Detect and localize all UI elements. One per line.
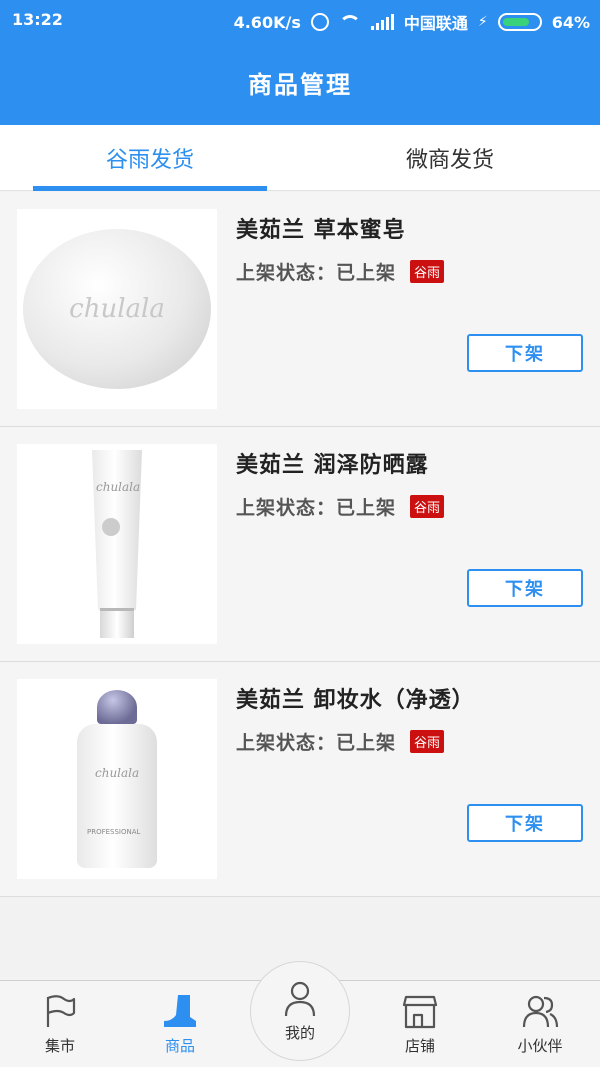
nav-market[interactable]: 集市 (0, 981, 120, 1067)
bottle-cap (97, 690, 137, 724)
source-badge: 谷雨 (410, 495, 445, 518)
tab-weishang-shipping[interactable]: 微商发货 (300, 125, 600, 191)
source-badge: 谷雨 (410, 260, 445, 283)
tab-active-indicator (33, 186, 267, 191)
battery-percent: 64% (551, 12, 590, 32)
soap-image: chulala (23, 229, 211, 389)
product-name: 美茹兰 卸妆水（净透） (236, 688, 475, 713)
source-badge: 谷雨 (410, 730, 445, 753)
nav-store[interactable]: 店铺 (360, 981, 480, 1067)
product-name: 美茹兰 润泽防晒露 (236, 453, 429, 478)
nav-products[interactable]: 商品 (120, 981, 240, 1067)
product-status-row: 上架状态：已上架 谷雨 (236, 728, 445, 755)
bottle-body (77, 724, 157, 868)
tab-guyu-shipping[interactable]: 谷雨发货 (0, 125, 300, 191)
nav-label: 集市 (44, 1037, 75, 1055)
app-header: 商品管理 (0, 40, 600, 125)
store-icon (402, 995, 438, 1029)
product-name: 美茹兰 草本蜜皂 (236, 218, 406, 243)
network-speed: 4.60K/s (233, 12, 301, 32)
bottle-label-text: PROFESSIONAL (87, 828, 141, 836)
product-status: 上架状态：已上架 (236, 497, 397, 519)
status-right: 4.60K/s 中国联通 ⚡ 64% (234, 10, 590, 34)
product-status: 上架状态：已上架 (236, 732, 397, 754)
product-image-text: chulala (96, 480, 141, 494)
nav-label: 商品 (164, 1037, 195, 1055)
nav-label: 我的 (284, 1023, 315, 1042)
signal-icon (370, 14, 394, 30)
tube-cap (100, 608, 134, 638)
take-down-button[interactable]: 下架 (467, 804, 583, 842)
product-image-text: chulala (69, 294, 165, 324)
take-down-button[interactable]: 下架 (467, 569, 583, 607)
nav-mine[interactable]: 我的 (250, 961, 350, 1061)
product-image: chulala (17, 444, 217, 644)
charging-icon: ⚡ (477, 14, 488, 30)
product-item[interactable]: chulala 美茹兰 润泽防晒露 上架状态：已上架 谷雨 下架 (0, 427, 600, 662)
product-image-text: chulala (95, 766, 140, 780)
product-status-row: 上架状态：已上架 谷雨 (236, 258, 445, 285)
page-title: 商品管理 (248, 71, 352, 99)
spf-mark (102, 518, 120, 536)
wifi-icon (338, 15, 361, 29)
product-status: 上架状态：已上架 (236, 262, 397, 284)
take-down-button[interactable]: 下架 (467, 334, 583, 372)
status-bar: 13:22 4.60K/s 中国联通 ⚡ 64% (0, 0, 600, 40)
status-time: 13:22 (12, 10, 63, 29)
boot-icon (164, 995, 196, 1027)
alarm-icon (310, 13, 329, 31)
product-item[interactable]: chulala 美茹兰 草本蜜皂 上架状态：已上架 谷雨 下架 (0, 192, 600, 427)
sunscreen-tube-image: chulala (92, 450, 142, 638)
nav-friends[interactable]: 小伙伴 (480, 981, 600, 1067)
cleansing-bottle-image: chulala PROFESSIONAL (77, 690, 157, 868)
bottom-nav: 集市 商品 我的 店铺 小伙伴 (0, 961, 600, 1067)
carrier-name: 中国联通 (403, 14, 468, 33)
person-icon (284, 981, 316, 1016)
product-image: chulala PROFESSIONAL (17, 679, 217, 879)
nav-label: 小伙伴 (517, 1037, 563, 1055)
nav-label: 店铺 (404, 1037, 435, 1055)
product-image: chulala (17, 209, 217, 409)
product-status-row: 上架状态：已上架 谷雨 (236, 493, 445, 520)
battery-icon (497, 13, 542, 31)
tab-bar: 谷雨发货 微商发货 (0, 125, 600, 191)
product-item[interactable]: chulala PROFESSIONAL 美茹兰 卸妆水（净透） 上架状态：已上… (0, 662, 600, 897)
flag-icon (46, 995, 76, 1027)
friends-icon (522, 995, 559, 1028)
product-list: chulala 美茹兰 草本蜜皂 上架状态：已上架 谷雨 下架 chulala … (0, 192, 600, 897)
